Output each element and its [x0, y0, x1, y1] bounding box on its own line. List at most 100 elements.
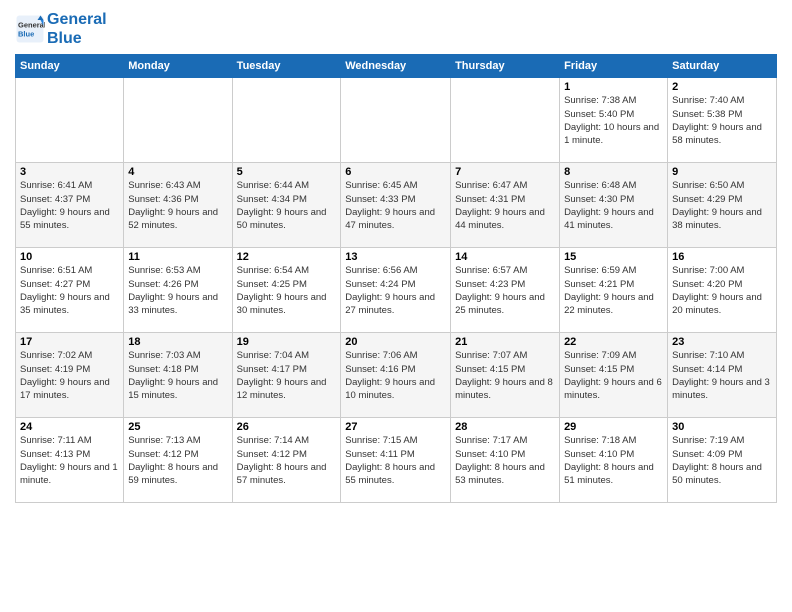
day-number: 3: [20, 166, 119, 178]
day-number: 10: [20, 251, 119, 263]
day-info: Sunrise: 6:47 AM Sunset: 4:31 PM Dayligh…: [455, 179, 555, 232]
day-info: Sunrise: 6:59 AM Sunset: 4:21 PM Dayligh…: [564, 264, 663, 317]
calendar-cell: 6Sunrise: 6:45 AM Sunset: 4:33 PM Daylig…: [341, 163, 451, 248]
calendar-cell: 18Sunrise: 7:03 AM Sunset: 4:18 PM Dayli…: [124, 333, 232, 418]
day-number: 26: [237, 421, 337, 433]
day-info: Sunrise: 6:50 AM Sunset: 4:29 PM Dayligh…: [672, 179, 772, 232]
calendar-cell: 7Sunrise: 6:47 AM Sunset: 4:31 PM Daylig…: [451, 163, 560, 248]
calendar-table: SundayMondayTuesdayWednesdayThursdayFrid…: [15, 54, 777, 503]
calendar-cell: [16, 78, 124, 163]
day-number: 6: [345, 166, 446, 178]
calendar-cell: 4Sunrise: 6:43 AM Sunset: 4:36 PM Daylig…: [124, 163, 232, 248]
logo-blue: Blue: [47, 30, 82, 47]
calendar-cell: 17Sunrise: 7:02 AM Sunset: 4:19 PM Dayli…: [16, 333, 124, 418]
weekday-header: Monday: [124, 55, 232, 78]
calendar-cell: 22Sunrise: 7:09 AM Sunset: 4:15 PM Dayli…: [560, 333, 668, 418]
day-number: 23: [672, 336, 772, 348]
day-info: Sunrise: 6:45 AM Sunset: 4:33 PM Dayligh…: [345, 179, 446, 232]
day-info: Sunrise: 6:56 AM Sunset: 4:24 PM Dayligh…: [345, 264, 446, 317]
day-info: Sunrise: 7:40 AM Sunset: 5:38 PM Dayligh…: [672, 94, 772, 147]
day-number: 25: [128, 421, 227, 433]
day-info: Sunrise: 7:07 AM Sunset: 4:15 PM Dayligh…: [455, 349, 555, 402]
day-number: 17: [20, 336, 119, 348]
weekday-header: Wednesday: [341, 55, 451, 78]
day-info: Sunrise: 7:06 AM Sunset: 4:16 PM Dayligh…: [345, 349, 446, 402]
calendar-cell: 11Sunrise: 6:53 AM Sunset: 4:26 PM Dayli…: [124, 248, 232, 333]
day-number: 8: [564, 166, 663, 178]
calendar-cell: 16Sunrise: 7:00 AM Sunset: 4:20 PM Dayli…: [668, 248, 777, 333]
logo-icon: General Blue: [15, 14, 45, 44]
day-number: 27: [345, 421, 446, 433]
day-number: 22: [564, 336, 663, 348]
day-info: Sunrise: 6:53 AM Sunset: 4:26 PM Dayligh…: [128, 264, 227, 317]
calendar-cell: 13Sunrise: 6:56 AM Sunset: 4:24 PM Dayli…: [341, 248, 451, 333]
logo-general: General: [47, 11, 107, 28]
day-info: Sunrise: 6:54 AM Sunset: 4:25 PM Dayligh…: [237, 264, 337, 317]
calendar-week-row: 24Sunrise: 7:11 AM Sunset: 4:13 PM Dayli…: [16, 418, 777, 503]
calendar-cell: 3Sunrise: 6:41 AM Sunset: 4:37 PM Daylig…: [16, 163, 124, 248]
calendar-cell: 10Sunrise: 6:51 AM Sunset: 4:27 PM Dayli…: [16, 248, 124, 333]
weekday-header: Friday: [560, 55, 668, 78]
day-info: Sunrise: 6:43 AM Sunset: 4:36 PM Dayligh…: [128, 179, 227, 232]
day-number: 15: [564, 251, 663, 263]
calendar-cell: [341, 78, 451, 163]
calendar-cell: 30Sunrise: 7:19 AM Sunset: 4:09 PM Dayli…: [668, 418, 777, 503]
day-info: Sunrise: 7:17 AM Sunset: 4:10 PM Dayligh…: [455, 434, 555, 487]
day-info: Sunrise: 7:38 AM Sunset: 5:40 PM Dayligh…: [564, 94, 663, 147]
header: General Blue General Blue: [15, 10, 777, 48]
day-number: 7: [455, 166, 555, 178]
calendar-cell: 24Sunrise: 7:11 AM Sunset: 4:13 PM Dayli…: [16, 418, 124, 503]
day-number: 1: [564, 81, 663, 93]
day-number: 5: [237, 166, 337, 178]
calendar-cell: 27Sunrise: 7:15 AM Sunset: 4:11 PM Dayli…: [341, 418, 451, 503]
calendar-cell: 19Sunrise: 7:04 AM Sunset: 4:17 PM Dayli…: [232, 333, 341, 418]
calendar-week-row: 17Sunrise: 7:02 AM Sunset: 4:19 PM Dayli…: [16, 333, 777, 418]
day-number: 14: [455, 251, 555, 263]
calendar-cell: 21Sunrise: 7:07 AM Sunset: 4:15 PM Dayli…: [451, 333, 560, 418]
weekday-header: Thursday: [451, 55, 560, 78]
day-number: 19: [237, 336, 337, 348]
day-number: 28: [455, 421, 555, 433]
weekday-header: Tuesday: [232, 55, 341, 78]
calendar-cell: 12Sunrise: 6:54 AM Sunset: 4:25 PM Dayli…: [232, 248, 341, 333]
day-info: Sunrise: 7:02 AM Sunset: 4:19 PM Dayligh…: [20, 349, 119, 402]
calendar-cell: 26Sunrise: 7:14 AM Sunset: 4:12 PM Dayli…: [232, 418, 341, 503]
calendar-cell: 8Sunrise: 6:48 AM Sunset: 4:30 PM Daylig…: [560, 163, 668, 248]
day-number: 16: [672, 251, 772, 263]
calendar-cell: 9Sunrise: 6:50 AM Sunset: 4:29 PM Daylig…: [668, 163, 777, 248]
day-info: Sunrise: 7:15 AM Sunset: 4:11 PM Dayligh…: [345, 434, 446, 487]
calendar-week-row: 3Sunrise: 6:41 AM Sunset: 4:37 PM Daylig…: [16, 163, 777, 248]
day-number: 20: [345, 336, 446, 348]
day-number: 13: [345, 251, 446, 263]
day-number: 29: [564, 421, 663, 433]
day-info: Sunrise: 7:13 AM Sunset: 4:12 PM Dayligh…: [128, 434, 227, 487]
day-number: 30: [672, 421, 772, 433]
weekday-header: Saturday: [668, 55, 777, 78]
day-info: Sunrise: 7:18 AM Sunset: 4:10 PM Dayligh…: [564, 434, 663, 487]
weekday-header-row: SundayMondayTuesdayWednesdayThursdayFrid…: [16, 55, 777, 78]
calendar-cell: 1Sunrise: 7:38 AM Sunset: 5:40 PM Daylig…: [560, 78, 668, 163]
day-number: 2: [672, 81, 772, 93]
calendar-cell: [232, 78, 341, 163]
day-number: 21: [455, 336, 555, 348]
calendar-cell: 5Sunrise: 6:44 AM Sunset: 4:34 PM Daylig…: [232, 163, 341, 248]
calendar-week-row: 10Sunrise: 6:51 AM Sunset: 4:27 PM Dayli…: [16, 248, 777, 333]
svg-text:Blue: Blue: [18, 30, 34, 39]
calendar-cell: 29Sunrise: 7:18 AM Sunset: 4:10 PM Dayli…: [560, 418, 668, 503]
day-info: Sunrise: 7:14 AM Sunset: 4:12 PM Dayligh…: [237, 434, 337, 487]
day-number: 4: [128, 166, 227, 178]
day-number: 9: [672, 166, 772, 178]
calendar-cell: [451, 78, 560, 163]
day-number: 24: [20, 421, 119, 433]
day-number: 11: [128, 251, 227, 263]
calendar-week-row: 1Sunrise: 7:38 AM Sunset: 5:40 PM Daylig…: [16, 78, 777, 163]
logo: General Blue General Blue: [15, 10, 107, 48]
logo-text: General Blue: [47, 10, 107, 48]
page-container: General Blue General Blue SundayMondayTu…: [0, 0, 792, 508]
calendar-cell: 2Sunrise: 7:40 AM Sunset: 5:38 PM Daylig…: [668, 78, 777, 163]
calendar-cell: 20Sunrise: 7:06 AM Sunset: 4:16 PM Dayli…: [341, 333, 451, 418]
calendar-cell: [124, 78, 232, 163]
day-info: Sunrise: 6:41 AM Sunset: 4:37 PM Dayligh…: [20, 179, 119, 232]
day-info: Sunrise: 6:48 AM Sunset: 4:30 PM Dayligh…: [564, 179, 663, 232]
day-info: Sunrise: 6:44 AM Sunset: 4:34 PM Dayligh…: [237, 179, 337, 232]
